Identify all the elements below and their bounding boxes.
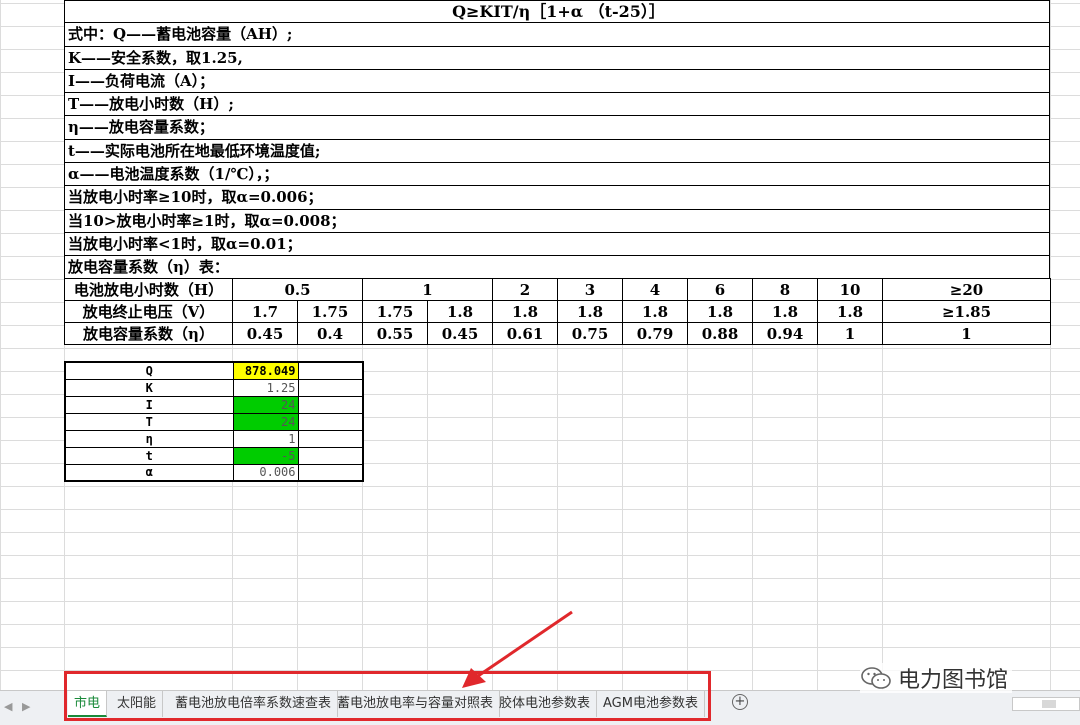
table-cell[interactable]: 2: [492, 278, 559, 301]
calc-row: I 24: [64, 395, 364, 414]
formula-line[interactable]: 放电容量系数（η）表：: [64, 256, 1050, 280]
tab-city-power[interactable]: 市电: [68, 691, 108, 717]
empty-cell[interactable]: [297, 361, 364, 380]
tab-next-icon[interactable]: ▶: [22, 700, 30, 713]
grid-col-line: [1050, 0, 1051, 690]
formula-line[interactable]: η——放电容量系数；: [64, 116, 1050, 140]
table-cell[interactable]: 10: [817, 278, 884, 301]
calc-key[interactable]: T: [64, 412, 234, 431]
empty-cell[interactable]: [297, 429, 364, 448]
table-cell[interactable]: 3: [557, 278, 624, 301]
calc-row: K 1.25: [64, 378, 364, 397]
sheet-tab-bar: ◀ ▶ 市电 太阳能 蓄电池放电倍率系数速查表 蓄电池放电率与容量对照表 胶体电…: [0, 690, 1080, 725]
tab-discharge-rate-lookup[interactable]: 蓄电池放电倍率系数速查表: [169, 691, 339, 717]
formula-line[interactable]: I——负荷电流（A）；: [64, 69, 1050, 94]
empty-cell[interactable]: [297, 378, 364, 397]
calc-key[interactable]: K: [64, 378, 234, 397]
calc-input[interactable]: 24: [232, 412, 299, 431]
capacity-calc-table: Q 878.049 K 1.25 I 24 T 24 η 1 t -5 α 0.…: [64, 361, 364, 482]
table-cell[interactable]: 0.45: [232, 322, 298, 345]
formula-line[interactable]: α——电池温度系数（1/℃），；: [64, 163, 1050, 187]
formula-line[interactable]: T——放电小时数（H）;: [64, 93, 1050, 117]
calc-input[interactable]: -5: [232, 446, 299, 465]
table-cell[interactable]: 4: [622, 278, 689, 301]
table-cell[interactable]: 0.88: [687, 322, 754, 345]
table-cell[interactable]: 0.4: [296, 322, 364, 345]
calc-value[interactable]: 1: [232, 429, 299, 448]
formula-line[interactable]: 当10>放电小时率≥1时，取α=0.008；: [64, 209, 1050, 233]
calc-key[interactable]: t: [64, 446, 234, 465]
table-cell[interactable]: 8: [752, 278, 819, 301]
table-cell[interactable]: 1: [882, 322, 1052, 345]
wechat-icon: [861, 667, 891, 689]
calc-row: t -5: [64, 446, 364, 465]
formula-block: Q≥KIT/η［1+α （t-25）］ 式中：Q——蓄电池容量（AH）; K——…: [64, 0, 1050, 280]
empty-cell[interactable]: [297, 463, 364, 482]
empty-cell[interactable]: [297, 395, 364, 414]
calc-key[interactable]: I: [64, 395, 234, 414]
discharge-coefficient-table: 电池放电小时数（H） 0.5 1 2 3 4 6 8 10 ≥20 放电终止电压…: [64, 278, 1052, 345]
table-cell[interactable]: 1.8: [622, 300, 689, 323]
tab-gel-battery[interactable]: 胶体电池参数表: [493, 691, 598, 717]
table-row: 电池放电小时数（H） 0.5 1 2 3 4 6 8 10 ≥20: [64, 278, 1052, 301]
table-cell[interactable]: 1.8: [427, 300, 494, 323]
table-cell[interactable]: 1.8: [557, 300, 624, 323]
table-cell[interactable]: 6: [687, 278, 754, 301]
table-cell[interactable]: 1.8: [817, 300, 884, 323]
row-label[interactable]: 放电容量系数（η）: [64, 322, 233, 345]
table-cell[interactable]: ≥1.85: [882, 300, 1052, 323]
table-row: 放电终止电压（V） 1.7 1.75 1.75 1.8 1.8 1.8 1.8 …: [64, 300, 1052, 323]
formula-line[interactable]: 式中：Q——蓄电池容量（AH）;: [64, 23, 1050, 47]
formula-line[interactable]: 当放电小时率≥10时，取α=0.006；: [64, 186, 1050, 210]
calc-row: α 0.006: [64, 463, 364, 482]
table-cell[interactable]: 1.75: [296, 300, 364, 323]
calc-value[interactable]: 0.006: [232, 463, 299, 482]
scroll-thumb[interactable]: [1042, 700, 1056, 708]
calc-row: T 24: [64, 412, 364, 431]
calc-key[interactable]: η: [64, 429, 234, 448]
tab-discharge-capacity-table[interactable]: 蓄电池放电率与容量对照表: [331, 691, 501, 717]
table-cell[interactable]: 0.75: [557, 322, 624, 345]
table-cell[interactable]: 0.61: [492, 322, 559, 345]
table-cell[interactable]: 1: [362, 278, 494, 301]
tab-agm-battery[interactable]: AGM电池参数表: [597, 691, 705, 717]
row-label[interactable]: 放电终止电压（V）: [64, 300, 233, 323]
empty-cell[interactable]: [297, 412, 364, 431]
calc-row: η 1: [64, 429, 364, 448]
formula-line[interactable]: t——实际电池所在地最低环境温度值;: [64, 139, 1050, 164]
formula-line[interactable]: K——安全系数，取1.25,: [64, 46, 1050, 70]
table-cell[interactable]: 1.75: [362, 300, 429, 323]
calc-key[interactable]: α: [64, 463, 234, 482]
table-cell[interactable]: 0.94: [752, 322, 819, 345]
table-cell[interactable]: 0.79: [622, 322, 689, 345]
formula-line[interactable]: 当放电小时率<1时，取α=0.01；: [64, 232, 1050, 257]
table-cell[interactable]: 1.7: [232, 300, 298, 323]
empty-cell[interactable]: [297, 446, 364, 465]
tab-prev-icon[interactable]: ◀: [4, 700, 12, 713]
table-cell[interactable]: ≥20: [882, 278, 1052, 301]
table-cell[interactable]: 1: [817, 322, 884, 345]
watermark: 电力图书馆: [860, 663, 1013, 693]
tab-solar[interactable]: 太阳能: [111, 691, 164, 717]
calc-result-q[interactable]: 878.049: [232, 361, 299, 380]
table-cell[interactable]: 1.8: [492, 300, 559, 323]
row-label[interactable]: 电池放电小时数（H）: [64, 278, 233, 301]
add-sheet-icon[interactable]: +: [732, 694, 748, 710]
calc-row: Q 878.049: [64, 361, 364, 380]
table-cell[interactable]: 0.55: [362, 322, 429, 345]
table-cell[interactable]: 1.8: [752, 300, 819, 323]
calc-input[interactable]: 24: [232, 395, 299, 414]
watermark-text: 电力图书馆: [898, 668, 1009, 693]
formula-title[interactable]: Q≥KIT/η［1+α （t-25）］: [64, 0, 1050, 24]
table-row: 放电容量系数（η） 0.45 0.4 0.55 0.45 0.61 0.75 0…: [64, 322, 1052, 345]
table-cell[interactable]: 0.45: [427, 322, 494, 345]
calc-value[interactable]: 1.25: [232, 378, 299, 397]
table-cell[interactable]: 0.5: [231, 278, 364, 301]
calc-key[interactable]: Q: [64, 361, 234, 380]
table-cell[interactable]: 1.8: [687, 300, 754, 323]
